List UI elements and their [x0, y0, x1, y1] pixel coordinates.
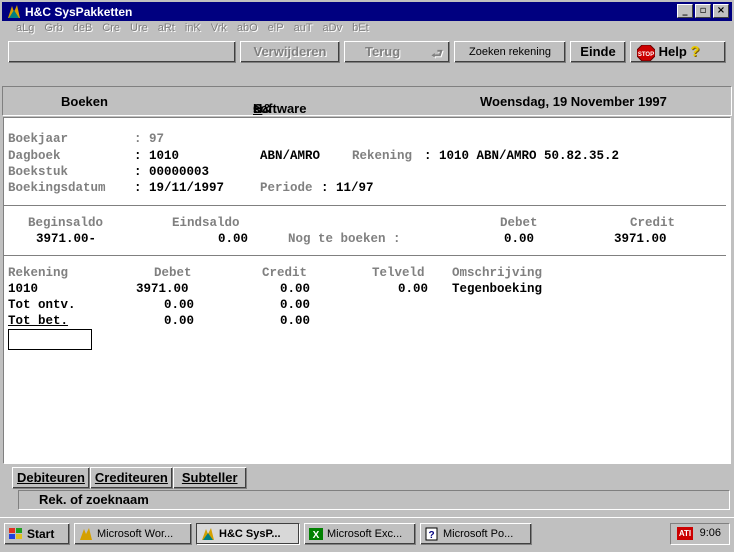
return-arrow-icon: ⮐ — [431, 46, 443, 61]
boekjaar-label: Boekjaar — [8, 132, 69, 146]
menu-item-ink[interactable]: inK — [185, 22, 201, 39]
tray-app-icon[interactable]: ATI — [677, 527, 693, 540]
menu-item-grb[interactable]: Grb — [44, 22, 62, 39]
delete-button[interactable]: Verwijderen — [240, 41, 340, 63]
row-debet: 0.00 — [164, 314, 195, 328]
question-mark-icon: ? — [690, 43, 700, 60]
status-line: Rek. of zoeknaam — [18, 490, 730, 510]
row-credit[interactable]: 0.00 — [280, 282, 310, 296]
debet-label: Debet — [500, 216, 538, 230]
help-book-icon: ? — [424, 527, 440, 541]
menu-bar: aLg Grb deB Cre Ure aRt inK Vrk abO elP … — [16, 22, 369, 39]
title-bar[interactable]: H&C SysPakketten _ ▫ × — [2, 2, 732, 21]
search-account-button[interactable]: Zoeken rekening — [454, 41, 566, 63]
column-header-debet: Debet — [154, 266, 192, 280]
boekjaar-value[interactable]: : 97 — [134, 132, 164, 146]
tab-subteller[interactable]: Subteller — [172, 467, 247, 489]
menu-item-vrk[interactable]: Vrk — [211, 22, 227, 39]
windows-logo-icon — [8, 527, 24, 541]
taskbar: Start Microsoft Wor... H&C SysP... X Mic… — [0, 517, 734, 552]
nog-te-boeken-label: Nog te boeken : — [288, 232, 401, 246]
end-button[interactable]: Einde — [570, 41, 626, 63]
eindsaldo-label: Eindsaldo — [172, 216, 240, 230]
boekstuk-value[interactable]: : 00000003 — [134, 165, 209, 179]
clock: 9:06 — [699, 527, 721, 539]
account-entry-input[interactable] — [8, 329, 92, 350]
dagboek-name: ABN/AMRO — [260, 149, 321, 163]
credit-label: Credit — [630, 216, 676, 230]
current-date: Woensdag, 19 November 1997 — [480, 94, 667, 109]
divider — [4, 205, 726, 207]
column-header-omschrijving: Omschrijving — [452, 266, 543, 280]
credit-total: 3971.00 — [614, 232, 667, 246]
row-debet: 0.00 — [164, 298, 195, 312]
task-syspakketten[interactable]: H&C SysP... — [196, 523, 300, 545]
close-button[interactable]: × — [713, 4, 729, 18]
maximize-button[interactable]: ▫ — [695, 4, 711, 18]
menu-item-adv[interactable]: aDv — [323, 22, 343, 39]
column-header-rekening: Rekening — [8, 266, 69, 280]
row-debet[interactable]: 3971.00 — [136, 282, 189, 296]
task-excel[interactable]: X Microsoft Exc... — [304, 523, 416, 545]
periode-label: Periode — [260, 181, 313, 195]
dagboek-label: Dagboek — [8, 149, 61, 163]
menu-item-cre[interactable]: Cre — [102, 22, 120, 39]
toolbar-spacer-button — [8, 41, 236, 63]
row-rekening: Tot bet. — [8, 314, 69, 328]
excel-icon: X — [308, 527, 324, 541]
boekingsdatum-value[interactable]: : 19/11/1997 — [134, 181, 224, 195]
app-icon — [78, 527, 94, 541]
task-word[interactable]: Microsoft Wor... — [74, 523, 192, 545]
toolbar: Verwijderen Terug ⮐ Zoeken rekening Eind… — [2, 41, 732, 65]
tab-crediteuren[interactable]: Crediteuren — [89, 467, 173, 489]
svg-text:?: ? — [428, 530, 434, 541]
column-header-telveld: Telveld — [372, 266, 425, 280]
boekingsdatum-label: Boekingsdatum — [8, 181, 106, 195]
menu-item-aut[interactable]: auT — [294, 22, 313, 39]
help-label: Help — [658, 44, 687, 59]
column-header-credit: Credit — [262, 266, 308, 280]
help-button[interactable]: STOP Help ? — [630, 41, 726, 63]
svg-text:STOP: STOP — [638, 52, 654, 58]
rekening-value: : 1010 ABN/AMRO 50.82.35.2 — [424, 149, 620, 163]
row-credit: 0.00 — [280, 314, 311, 328]
rekening-label: Rekening — [352, 149, 413, 163]
row-rekening[interactable]: 1010 — [8, 282, 38, 296]
divider — [4, 255, 726, 257]
start-button[interactable]: Start — [4, 523, 70, 545]
menu-item-deb[interactable]: deB — [73, 22, 93, 39]
tab-bar: Debiteuren Crediteuren Subteller — [12, 467, 247, 489]
tab-debiteuren[interactable]: Debiteuren — [12, 467, 90, 489]
app-icon — [6, 4, 22, 20]
stop-icon: STOP — [636, 44, 656, 62]
minimize-button[interactable]: _ — [677, 4, 693, 18]
svg-text:X: X — [313, 530, 320, 541]
periode-value: : 11/97 — [321, 181, 374, 195]
row-rekening: Tot ontv. — [8, 298, 76, 312]
header-band: Boeken H&C software b.v. Woensdag, 19 No… — [2, 86, 732, 131]
window-title: H&C SysPakketten — [25, 4, 133, 19]
booking-form: Boekjaar : 97 Dagboek : 1010 ABN/AMRO Re… — [3, 117, 731, 464]
row-omschrijving[interactable]: Tegenboeking — [452, 282, 542, 296]
menu-item-elp[interactable]: elP — [268, 22, 284, 39]
debet-total: 0.00 — [504, 232, 535, 246]
system-tray: ATI 9:06 — [670, 523, 730, 545]
section-title: Boeken — [61, 94, 108, 109]
back-button[interactable]: Terug ⮐ — [344, 41, 450, 63]
beginsaldo-value: 3971.00- — [36, 232, 97, 246]
app-icon — [200, 527, 216, 541]
menu-item-art[interactable]: aRt — [158, 22, 175, 39]
row-credit: 0.00 — [280, 298, 311, 312]
dagboek-value[interactable]: : 1010 — [134, 149, 179, 163]
menu-item-abo[interactable]: abO — [237, 22, 258, 39]
beginsaldo-label: Beginsaldo — [28, 216, 104, 230]
task-powerpoint[interactable]: ? Microsoft Po... — [420, 523, 532, 545]
row-telveld[interactable]: 0.00 — [398, 282, 428, 296]
menu-item-bet[interactable]: bEt — [352, 22, 369, 39]
eindsaldo-value: 0.00 — [218, 232, 249, 246]
menu-item-ure[interactable]: Ure — [130, 22, 148, 39]
back-label: Terug — [365, 44, 401, 59]
boekstuk-label: Boekstuk — [8, 165, 69, 179]
menu-item-alg[interactable]: aLg — [16, 22, 34, 39]
